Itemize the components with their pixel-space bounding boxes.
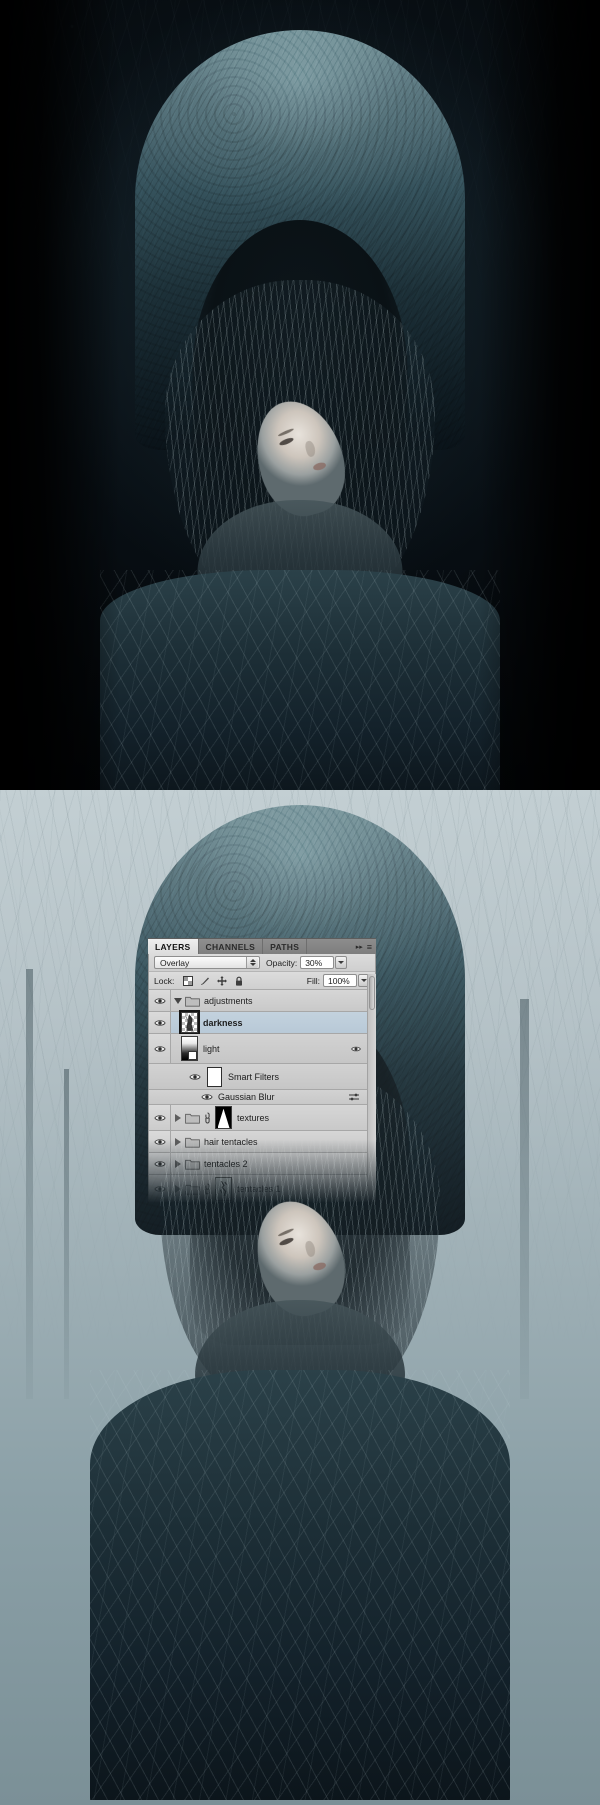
tree-trunk xyxy=(520,999,529,1399)
lock-all-icon[interactable] xyxy=(234,976,244,986)
layer-name-light: light xyxy=(203,1043,220,1054)
tentacle-strands xyxy=(90,1370,510,1800)
layer-name-adjustments: adjustments xyxy=(204,995,253,1006)
smart-filter-mask-thumbnail[interactable] xyxy=(207,1066,222,1087)
filter-name-gaussian-blur: Gaussian Blur xyxy=(218,1092,275,1102)
visibility-toggle-darkness[interactable] xyxy=(149,1012,171,1033)
left-vignette xyxy=(0,0,120,790)
layer-row-tentacles-1[interactable]: tentacles 1 xyxy=(149,1175,375,1203)
layers-scrollbar[interactable] xyxy=(367,974,376,1203)
tab-paths[interactable]: PATHS xyxy=(263,939,308,954)
layer-row-tentacles-2[interactable]: tentacles 2 xyxy=(149,1153,375,1175)
layer-mask-thumbnail-tentacles-1[interactable] xyxy=(215,1176,232,1201)
filter-visibility-icon[interactable] xyxy=(351,1045,361,1053)
smart-object-badge-icon xyxy=(188,1051,197,1060)
layer-name-hair-tentacles: hair tentacles xyxy=(204,1136,258,1147)
eye-icon xyxy=(153,1045,166,1052)
folder-icon xyxy=(185,1159,200,1170)
link-mask-icon[interactable] xyxy=(204,1183,211,1195)
group-expand-adjustments[interactable] xyxy=(171,997,185,1004)
opacity-dropdown-button[interactable] xyxy=(335,956,348,969)
layer-name-textures: textures xyxy=(237,1112,270,1123)
group-expand-textures[interactable] xyxy=(171,1113,185,1122)
visibility-toggle-textures[interactable] xyxy=(149,1105,171,1130)
tentacle-strands xyxy=(100,570,500,790)
blend-opacity-row[interactable]: Overlay Opacity: 30% xyxy=(149,954,375,972)
eye-icon xyxy=(153,1019,166,1026)
tree-trunk xyxy=(26,969,33,1399)
artwork-top-dark xyxy=(0,0,600,790)
cloak-body xyxy=(90,1370,510,1800)
lock-label: Lock: xyxy=(154,975,175,986)
tree-trunk xyxy=(64,1069,69,1399)
eye-icon xyxy=(153,997,166,1004)
lock-position-icon[interactable] xyxy=(217,975,228,986)
double-chevron-right-icon[interactable]: ▸▸ xyxy=(356,943,363,951)
eye-icon xyxy=(153,1138,166,1145)
layers-scrollbar-thumb[interactable] xyxy=(369,976,375,1010)
filter-blending-options-icon[interactable] xyxy=(349,1093,359,1101)
eye-icon xyxy=(153,1114,166,1121)
layer-thumbnail-darkness[interactable] xyxy=(179,1010,200,1035)
eye-icon[interactable] xyxy=(189,1073,201,1081)
smart-filters-row[interactable]: Smart Filters xyxy=(149,1064,375,1090)
tab-bar-filler xyxy=(307,939,352,954)
layer-mask-thumbnail-textures[interactable] xyxy=(215,1106,232,1129)
layer-row-light[interactable]: light xyxy=(149,1034,375,1064)
folder-icon xyxy=(185,996,200,1007)
eye-icon xyxy=(153,1185,166,1192)
smart-filters-label: Smart Filters xyxy=(228,1071,280,1082)
filter-row-gaussian-blur[interactable]: Gaussian Blur xyxy=(149,1090,375,1105)
hooded-figure-dark xyxy=(100,30,500,790)
visibility-toggle-adjustments[interactable] xyxy=(149,990,171,1011)
layer-name-darkness: darkness xyxy=(203,1017,243,1028)
layers-panel[interactable]: LAYERS CHANNELS PATHS ▸▸ ≡ Overlay Opaci… xyxy=(148,938,376,1203)
layer-thumbnail-light[interactable] xyxy=(181,1036,198,1061)
blend-mode-value: Overlay xyxy=(160,957,190,968)
group-expand-tentacles-2[interactable] xyxy=(171,1159,185,1168)
panel-menu-icon[interactable]: ≡ xyxy=(367,942,372,952)
fill-label: Fill: xyxy=(306,975,320,986)
panel-body: Overlay Opacity: 30% Lock: Fill: 100% ad… xyxy=(148,954,376,1203)
lock-image-pixels-icon[interactable] xyxy=(200,976,210,986)
fill-input[interactable]: 100% xyxy=(323,974,357,987)
blend-mode-select[interactable]: Overlay xyxy=(154,956,260,969)
layer-name-tentacles-1: tentacles 1 xyxy=(237,1183,281,1194)
layer-name-tentacles-2: tentacles 2 xyxy=(204,1158,248,1169)
visibility-toggle-tentacles-1[interactable] xyxy=(149,1175,171,1202)
layer-row-textures[interactable]: textures xyxy=(149,1105,375,1131)
right-vignette xyxy=(480,0,600,790)
folder-icon xyxy=(185,1137,200,1148)
layer-row-hair-tentacles[interactable]: hair tentacles xyxy=(149,1131,375,1153)
layer-row-adjustments[interactable]: adjustments xyxy=(149,990,375,1012)
opacity-label: Opacity: xyxy=(266,957,298,968)
lock-buttons[interactable] xyxy=(183,975,244,986)
panel-header-controls[interactable]: ▸▸ ≡ xyxy=(351,939,376,954)
visibility-toggle-hair-tentacles[interactable] xyxy=(149,1131,171,1152)
visibility-toggle-tentacles-2[interactable] xyxy=(149,1153,171,1174)
layer-row-darkness[interactable]: darkness xyxy=(149,1010,375,1035)
opacity-input[interactable]: 30% xyxy=(300,956,335,969)
group-expand-tentacles-1[interactable] xyxy=(171,1184,185,1193)
tab-layers[interactable]: LAYERS xyxy=(148,939,199,954)
folder-icon xyxy=(185,1184,200,1195)
link-mask-icon[interactable] xyxy=(204,1112,211,1124)
tab-channels[interactable]: CHANNELS xyxy=(198,939,264,954)
eye-icon xyxy=(153,1160,166,1167)
blend-mode-spinner[interactable] xyxy=(246,957,258,968)
group-expand-hair-tentacles[interactable] xyxy=(171,1137,185,1146)
lock-fill-row[interactable]: Lock: Fill: 100% xyxy=(149,972,375,990)
cloak-body xyxy=(100,570,500,790)
lock-transparent-pixels-icon[interactable] xyxy=(183,975,194,986)
visibility-toggle-light[interactable] xyxy=(149,1034,171,1063)
layer-list[interactable]: adjustments darkness light Smart Filters… xyxy=(149,990,375,1203)
folder-icon xyxy=(185,1113,200,1124)
panel-tab-bar[interactable]: LAYERS CHANNELS PATHS ▸▸ ≡ xyxy=(148,938,376,954)
eye-icon[interactable] xyxy=(201,1093,213,1101)
